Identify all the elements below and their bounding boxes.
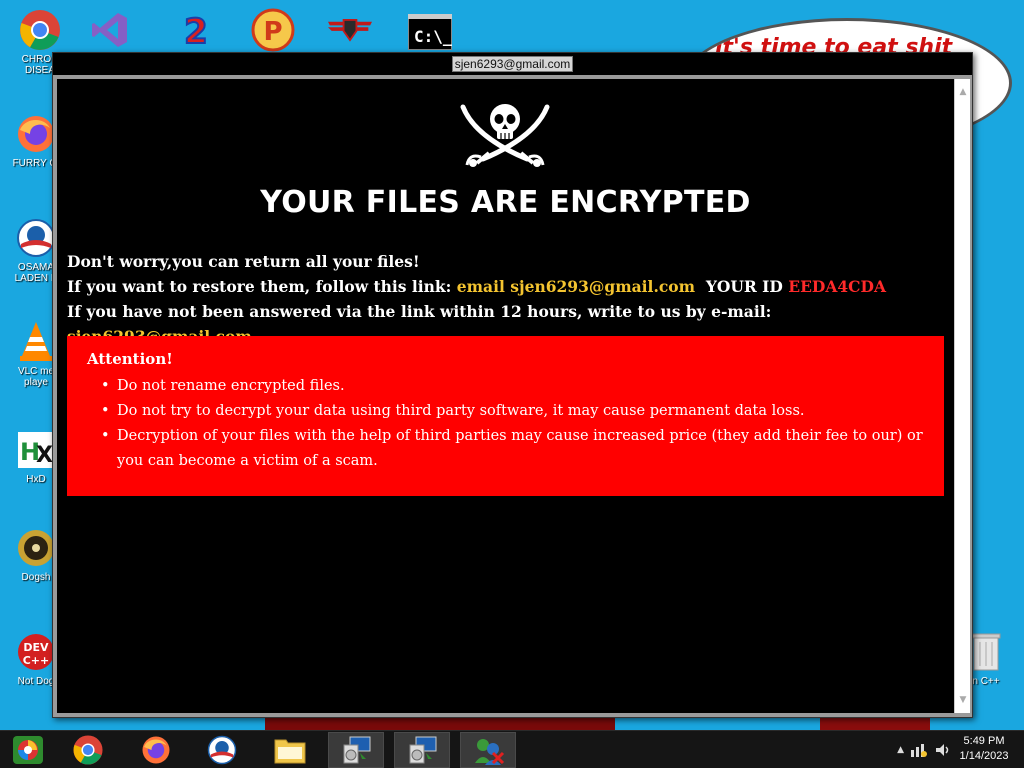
desktop-icon-visual-studio[interactable] (80, 8, 140, 52)
attention-box: Attention! Do not rename encrypted files… (67, 336, 944, 496)
svg-text:X: X (36, 443, 53, 468)
svg-text:2: 2 (184, 12, 208, 50)
volume-icon[interactable] (934, 742, 952, 758)
svg-text:DEV: DEV (23, 641, 49, 654)
instruction-line-2-text: If you want to restore them, follow this… (67, 277, 457, 296)
instruction-line-3-text: If you have not been answered via the li… (67, 302, 772, 321)
clock-date: 1/14/2023 (959, 750, 1009, 762)
folder-icon (274, 739, 306, 764)
desktop-icon-label: VLC me playe (17, 366, 55, 388)
attention-list: Do not rename encrypted files. Do not tr… (87, 374, 944, 474)
show-hidden-icons-icon[interactable]: ▲ (897, 745, 904, 755)
visual-studio-icon (88, 8, 132, 52)
svg-text:C++: C++ (23, 654, 50, 667)
instruction-line-1: Don't worry,you can return all your file… (67, 252, 420, 271)
obama-logo-icon (207, 735, 237, 765)
window-title: sjen6293@gmail.com (451, 56, 574, 72)
desktop-icon-2[interactable]: 2 (166, 8, 226, 52)
svg-text:P: P (263, 17, 282, 47)
desktop-icon-cmd[interactable]: C:\_ (400, 10, 460, 54)
attention-item: Do not try to decrypt your data using th… (87, 399, 944, 424)
installer-icon (409, 736, 437, 764)
desktop-icon-label: OSAMA LADEN B (14, 262, 58, 284)
taskbar-chrome[interactable] (60, 732, 116, 768)
skull-crossed-swords-icon (455, 97, 555, 169)
ransom-note-content: YOUR FILES ARE ENCRYPTED Don't worry,you… (57, 79, 954, 713)
taskbar-obama[interactable] (194, 732, 250, 768)
p-logo-icon: P (251, 8, 295, 52)
window-titlebar[interactable]: sjen6293@gmail.com (53, 53, 972, 75)
number-two-icon: 2 (174, 8, 218, 52)
scroll-down-arrow-icon[interactable]: ▼ (958, 695, 968, 705)
instruction-line-2: If you want to restore them, follow this… (67, 274, 947, 299)
clock-time: 5:49 PM (963, 735, 1005, 747)
svg-text:C:\_: C:\_ (414, 27, 452, 46)
installer-icon (343, 736, 371, 764)
attention-item: Do not rename encrypted files. (87, 374, 944, 399)
system-tray: ▲ (897, 731, 952, 768)
attention-item: Decryption of your files with the help o… (87, 424, 944, 474)
desktop-icon-shield[interactable] (320, 8, 380, 52)
taskbar-explorer[interactable] (262, 732, 318, 768)
start-button[interactable] (0, 732, 56, 768)
desktop-icon-label: Dogsh (21, 572, 51, 583)
taskbar-firefox[interactable] (128, 732, 184, 768)
chrome-icon (73, 735, 103, 765)
desktop-icon-label: HxD (26, 474, 46, 485)
taskbar-clock[interactable]: 5:49 PM 1/14/2023 (956, 734, 1012, 764)
network-people-icon (475, 739, 505, 765)
start-orb-icon (13, 736, 43, 764)
taskbar: ▲ 5:49 PM 1/14/2023 (0, 730, 1024, 768)
network-status-icon[interactable] (910, 742, 928, 758)
page-title: YOUR FILES ARE ENCRYPTED (260, 185, 751, 220)
winged-shield-icon (328, 8, 372, 52)
attention-title: Attention! (87, 350, 173, 368)
taskbar-network-app[interactable] (460, 732, 516, 768)
taskbar-installer-1[interactable] (328, 732, 384, 768)
firefox-icon (142, 736, 170, 764)
ransom-instructions: Don't worry,you can return all your file… (67, 249, 947, 349)
contact-email-link[interactable]: email sjen6293@gmail.com (457, 277, 695, 296)
chrome-icon (18, 8, 62, 52)
victim-id-value: EEDA4CDA (788, 277, 886, 296)
id-label: YOUR ID (705, 277, 783, 296)
desktop-icon-label: n C++ (972, 676, 1000, 687)
vertical-scrollbar[interactable]: ▲ ▼ (954, 79, 970, 713)
desktop-icon-label: Not Dog (17, 676, 55, 687)
scroll-up-arrow-icon[interactable]: ▲ (958, 87, 968, 97)
desktop-icon-p[interactable]: P (243, 8, 303, 52)
taskbar-installer-2[interactable] (394, 732, 450, 768)
ransom-note-window[interactable]: sjen6293@gmail.com YOUR FILES ARE ENCRYP… (52, 52, 973, 718)
command-prompt-icon: C:\_ (408, 10, 452, 54)
